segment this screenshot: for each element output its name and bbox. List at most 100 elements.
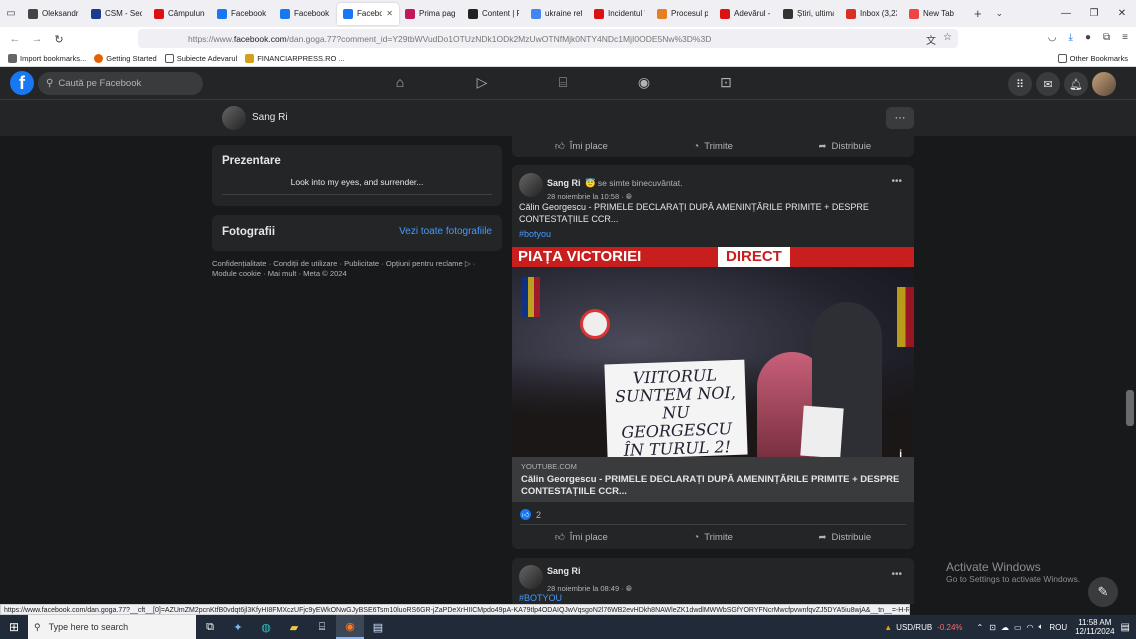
gaming-icon[interactable]: ⊡ xyxy=(716,74,736,92)
currency-pair[interactable]: USD/RUB xyxy=(896,623,932,632)
tab-favicon-icon xyxy=(783,8,793,19)
network-icon[interactable]: ⊡ xyxy=(989,623,996,632)
notepad-icon[interactable]: ▤ xyxy=(364,615,392,639)
messenger-icon[interactable]: ✉ xyxy=(1036,72,1060,96)
other-bookmarks[interactable]: Other Bookmarks xyxy=(1057,54,1128,63)
info-icon[interactable]: i xyxy=(899,449,902,457)
language-indicator[interactable]: ROU xyxy=(1049,623,1067,632)
task-view-icon[interactable]: ⧉ xyxy=(196,615,224,639)
video-icon[interactable]: ▷ xyxy=(472,74,492,92)
post-options-icon[interactable]: ••• xyxy=(891,176,902,187)
facebook-search-input[interactable]: ⚲ Caută pe Facebook xyxy=(38,72,203,95)
link-status-bar: https://www.facebook.com/dan.goga.77?__c… xyxy=(0,604,910,615)
browser-tab[interactable]: CSM - Secți xyxy=(85,3,148,25)
copilot-icon[interactable]: ✦ xyxy=(224,615,252,639)
bookmark-import[interactable]: Import bookmarks... xyxy=(8,54,86,63)
taskbar-search[interactable]: ⚲ Type here to search xyxy=(28,615,196,639)
see-all-photos-link[interactable]: Vezi toate fotografiile xyxy=(399,226,492,237)
menu-grid-icon[interactable]: ⠿ xyxy=(1008,72,1032,96)
bookmark-financiarpress[interactable]: FINANCIARPRESS.RO ... xyxy=(245,54,345,63)
store-icon[interactable]: ⌸ xyxy=(308,615,336,639)
bookmark-subiecte-adevarul[interactable]: Subiecte Adevarul xyxy=(164,54,237,63)
browser-tab[interactable]: Content | R xyxy=(462,3,525,25)
minimize-button[interactable]: — xyxy=(1052,0,1080,27)
share-button[interactable]: ➦ Distribuie xyxy=(819,141,872,152)
tab-favicon-icon xyxy=(594,8,604,19)
footer-line-1[interactable]: Confidențialitate · Condiții de utilizar… xyxy=(212,259,502,269)
scrollbar-thumb[interactable] xyxy=(1126,390,1134,426)
post-hashtag[interactable]: #BOTYOU xyxy=(519,593,562,603)
new-message-button[interactable]: ✎ xyxy=(1088,577,1118,607)
profile-more-button[interactable]: ··· xyxy=(886,107,914,129)
forward-button[interactable]: → xyxy=(26,33,48,45)
home-icon[interactable]: ⌂ xyxy=(390,74,410,92)
post-date[interactable]: 28 noiembrie la 10:58 · xyxy=(547,192,626,201)
currency-change[interactable]: -0.24% xyxy=(937,623,962,632)
account-icon[interactable]: ● xyxy=(1085,32,1091,43)
bookmark-star-icon[interactable]: ☆ xyxy=(943,32,952,43)
tab-overflow-icon[interactable]: ⌄ xyxy=(996,8,1004,19)
post-date[interactable]: 28 noiembrie la 08:49 · xyxy=(547,584,626,593)
close-window-button[interactable]: ✕ xyxy=(1108,0,1136,27)
url-bar[interactable]: https://www. facebook.com/dan.goga.77?com… xyxy=(138,29,958,48)
back-button[interactable]: ← xyxy=(4,33,26,45)
share-button[interactable]: ➦ Distribuie xyxy=(819,532,872,543)
volume-icon[interactable]: 🔈︎ xyxy=(1039,622,1044,632)
translate-icon[interactable]: 文 xyxy=(926,32,936,47)
new-tab-button[interactable]: + xyxy=(974,6,982,21)
pocket-icon[interactable]: ◡ xyxy=(1048,32,1057,43)
video-thumbnail[interactable]: PIAȚA VICTORIEI DIRECT VIITORUL SUNTEM N… xyxy=(512,247,914,457)
account-avatar[interactable] xyxy=(1092,72,1116,96)
downloads-icon[interactable]: ⤓ xyxy=(1069,32,1073,43)
marketplace-icon[interactable]: ⌸ xyxy=(553,74,573,92)
file-explorer-icon[interactable]: ▰ xyxy=(280,615,308,639)
browser-tab[interactable]: Facebook✕ xyxy=(337,2,399,25)
browser-tab[interactable]: Inbox (3,23 xyxy=(840,3,903,25)
clock[interactable]: 11:58 AM 12/11/2024 xyxy=(1075,618,1114,636)
browser-tab[interactable]: Facebook xyxy=(274,3,337,25)
browser-tab[interactable]: Prima pagi xyxy=(399,3,462,25)
extensions-icon[interactable]: ⧉ xyxy=(1103,32,1110,43)
browser-tab[interactable]: New Tab xyxy=(903,3,966,25)
tray-chevron-icon[interactable]: ⌃ xyxy=(977,623,984,632)
firefox-icon[interactable]: ◉ xyxy=(336,615,364,639)
cloud-icon[interactable]: ☁ xyxy=(1001,623,1009,632)
edge-icon[interactable]: ◍ xyxy=(252,615,280,639)
browser-tab[interactable]: Facebook xyxy=(211,3,274,25)
post-hashtag[interactable]: #botyou xyxy=(519,229,551,239)
browser-tab[interactable]: Știri, ultima xyxy=(777,3,840,25)
maximize-button[interactable]: ❐ xyxy=(1080,0,1108,27)
post-options-icon[interactable]: ••• xyxy=(891,569,902,580)
profile-name[interactable]: Sang Ri xyxy=(252,112,288,123)
bookmark-getting-started[interactable]: Getting Started xyxy=(94,54,157,63)
notification-center-icon[interactable]: ▤ xyxy=(1121,622,1130,633)
browser-tab[interactable]: Adevărul - xyxy=(714,3,777,25)
footer-line-2[interactable]: Module cookie · Mai mult · Meta © 2024 xyxy=(212,269,502,279)
notifications-icon[interactable]: 🔔︎ xyxy=(1064,72,1088,96)
groups-icon[interactable]: ◉ xyxy=(634,74,654,92)
reload-button[interactable]: ↻ xyxy=(48,33,70,46)
browser-tab[interactable]: Câmpulung xyxy=(148,3,211,25)
link-preview[interactable]: YOUTUBE.COM Călin Georgescu - PRIMELE DE… xyxy=(512,457,914,502)
browser-tab[interactable]: Procesul pe xyxy=(651,3,714,25)
post-author-avatar[interactable] xyxy=(519,173,543,197)
browser-tab[interactable]: Oleksandra xyxy=(22,3,85,25)
browser-tab[interactable]: Incidentul î xyxy=(588,3,651,25)
browser-tab[interactable]: ukraine refu xyxy=(525,3,588,25)
send-button[interactable]: ◔ Trimite xyxy=(693,141,732,152)
post-author-name[interactable]: Sang Ri xyxy=(547,566,581,576)
profile-avatar[interactable] xyxy=(222,106,246,130)
like-reaction-icon[interactable]: 👍︎ xyxy=(520,509,531,520)
battery-icon[interactable]: ▭ xyxy=(1014,623,1022,632)
send-button[interactable]: ◔ Trimite xyxy=(693,532,732,543)
tab-list-icon[interactable]: ▭ xyxy=(0,8,22,19)
facebook-logo[interactable]: f xyxy=(10,71,34,95)
reaction-count[interactable]: 2 xyxy=(536,510,541,520)
post-author-avatar[interactable] xyxy=(519,565,543,589)
menu-icon[interactable]: ≡ xyxy=(1122,32,1128,43)
windows-start-icon[interactable]: ⊞ xyxy=(0,615,28,639)
like-button[interactable]: 👍︎ Îmi place xyxy=(555,531,608,544)
close-tab-icon[interactable]: ✕ xyxy=(386,9,393,18)
wifi-icon[interactable]: ◠ xyxy=(1027,623,1034,632)
like-button[interactable]: 👍︎ Îmi place xyxy=(555,140,608,153)
